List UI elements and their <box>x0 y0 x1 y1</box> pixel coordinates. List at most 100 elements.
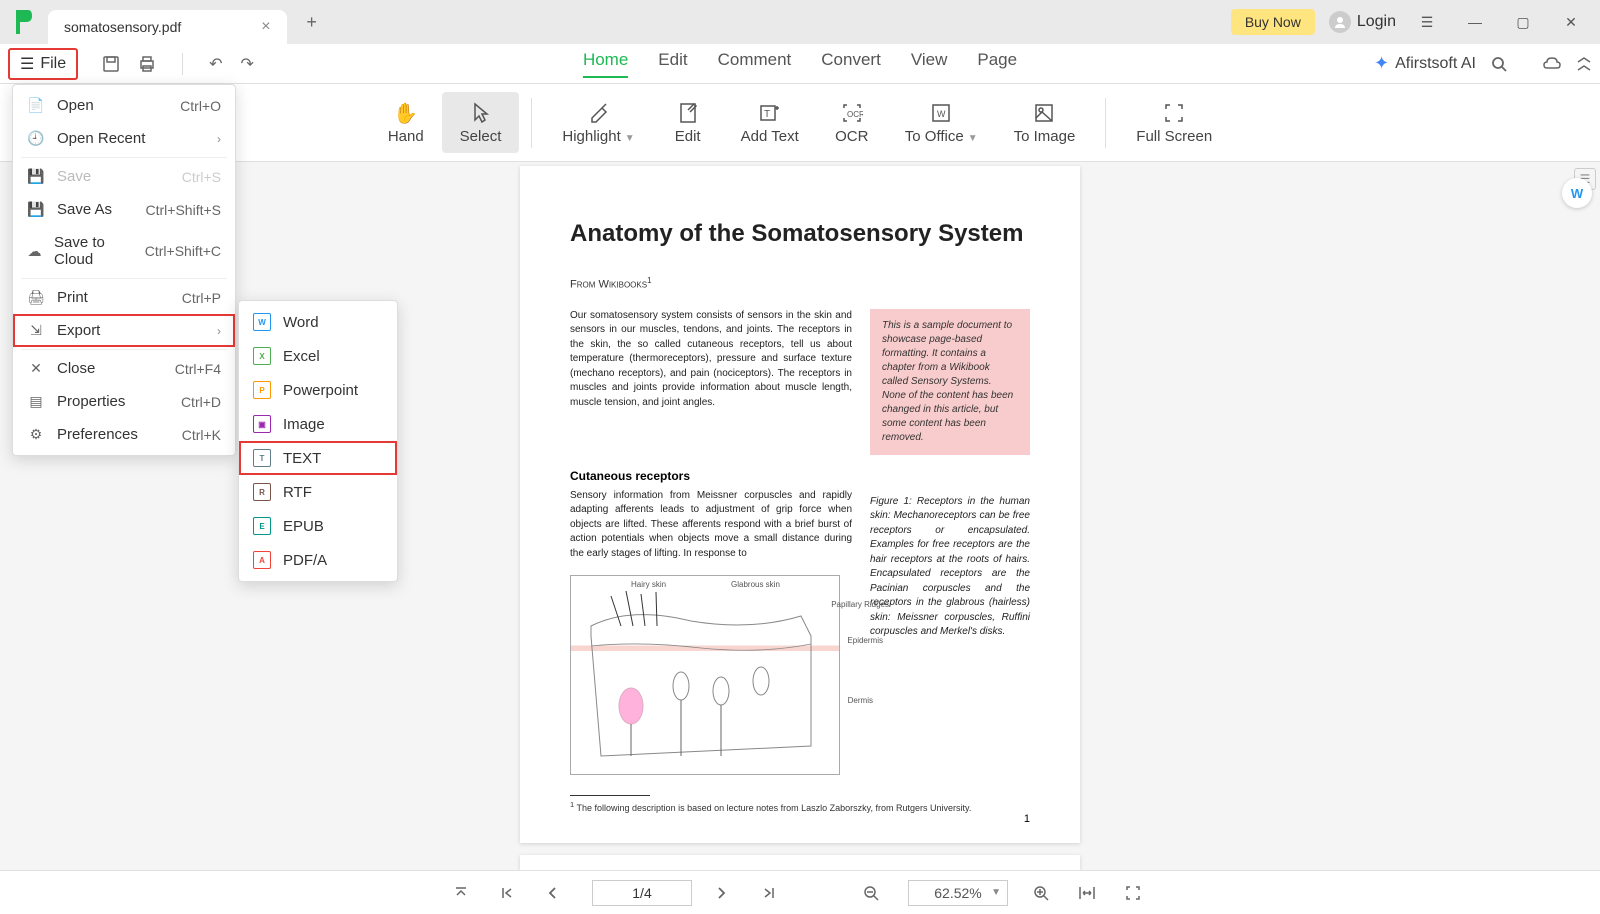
edit-tool[interactable]: Edit <box>653 92 723 153</box>
select-tool[interactable]: Select <box>442 92 520 153</box>
document-source: From Wikibooks1 <box>570 276 1030 291</box>
chevron-down-icon: ▼ <box>991 887 1001 898</box>
powerpoint-icon: P <box>253 381 271 399</box>
export-text[interactable]: TTEXT <box>239 441 397 475</box>
menu-open[interactable]: 📄 Open Ctrl+O <box>13 89 235 122</box>
pdfa-icon: A <box>253 551 271 569</box>
minimize-icon[interactable]: — <box>1458 5 1492 39</box>
file-menu-button[interactable]: ☰ File <box>8 48 78 80</box>
word-badge-icon[interactable]: W <box>1562 178 1592 208</box>
ribbon-toolbar: ✋ Hand Select Highlight▼ Edit T Add Text… <box>0 84 1600 162</box>
separator <box>21 278 227 279</box>
hamburger-menu-icon[interactable]: ☰ <box>1410 5 1444 39</box>
ocr-tool[interactable]: OCR OCR <box>817 92 887 153</box>
close-window-icon[interactable]: ✕ <box>1554 5 1588 39</box>
add-text-tool[interactable]: T Add Text <box>723 92 817 153</box>
close-tab-icon[interactable]: × <box>261 18 270 36</box>
menu-export[interactable]: ⇲ Export › <box>13 314 235 347</box>
buy-now-button[interactable]: Buy Now <box>1231 9 1315 35</box>
fit-width-icon[interactable] <box>1078 885 1100 901</box>
export-rtf[interactable]: RRTF <box>239 475 397 509</box>
login-label: Login <box>1357 13 1396 31</box>
ai-label-text: Afirstsoft AI <box>1395 55 1476 73</box>
collapse-icon[interactable] <box>1576 56 1592 72</box>
menu-properties[interactable]: ▤ Properties Ctrl+D <box>13 385 235 418</box>
last-page-icon[interactable] <box>762 886 784 900</box>
epub-icon: E <box>253 517 271 535</box>
menu-preferences[interactable]: ⚙ Preferences Ctrl+K <box>13 418 235 451</box>
file-label: File <box>40 55 66 73</box>
redo-icon[interactable]: ↷ <box>241 54 254 74</box>
export-image[interactable]: ▣Image <box>239 407 397 441</box>
rtf-icon: R <box>253 483 271 501</box>
cloud-icon[interactable] <box>1542 56 1562 72</box>
tab-view[interactable]: View <box>911 50 948 78</box>
export-pdfa[interactable]: APDF/A <box>239 543 397 577</box>
figure-caption: Figure 1: Receptors in the human skin: M… <box>870 495 1030 640</box>
zoom-out-icon[interactable] <box>862 884 884 902</box>
hand-tool[interactable]: ✋ Hand <box>370 92 442 153</box>
tab-page[interactable]: Page <box>977 50 1017 78</box>
print-icon[interactable] <box>138 55 156 73</box>
scroll-top-icon[interactable] <box>454 886 476 900</box>
menu-print[interactable]: 🖨 Print Ctrl+P <box>13 281 235 314</box>
maximize-icon[interactable]: ▢ <box>1506 5 1540 39</box>
fit-page-icon[interactable] <box>1124 884 1146 902</box>
document-tab[interactable]: somatosensory.pdf × <box>48 10 287 44</box>
chevron-right-icon: › <box>217 324 221 338</box>
right-rail: ☰ W <box>1556 162 1600 870</box>
body-paragraph: Sensory information from Meissner corpus… <box>570 489 852 562</box>
cloud-icon: ☁ <box>27 243 42 260</box>
separator <box>531 98 532 148</box>
app-logo[interactable] <box>0 0 48 44</box>
cursor-icon <box>472 100 490 126</box>
menu-open-recent[interactable]: 🕘 Open Recent › <box>13 122 235 155</box>
tab-comment[interactable]: Comment <box>718 50 792 78</box>
login-button[interactable]: Login <box>1329 11 1396 33</box>
separator <box>1105 98 1106 148</box>
pdf-page: Anatomy of the Somatosensory System From… <box>520 166 1080 843</box>
status-bar: 62.52%▼ <box>0 870 1600 914</box>
word-icon: W <box>253 313 271 331</box>
to-image-tool[interactable]: To Image <box>996 92 1094 153</box>
file-dropdown-menu: 📄 Open Ctrl+O 🕘 Open Recent › 💾 Save Ctr… <box>12 84 236 456</box>
zoom-in-icon[interactable] <box>1032 884 1054 902</box>
ai-button[interactable]: ✦ Afirstsoft AI <box>1374 53 1476 74</box>
page-input[interactable] <box>592 880 692 906</box>
image-icon: ▣ <box>253 415 271 433</box>
full-screen-tool[interactable]: Full Screen <box>1118 92 1230 153</box>
tab-home[interactable]: Home <box>583 50 628 78</box>
menu-save-cloud[interactable]: ☁ Save to Cloud Ctrl+Shift+C <box>13 226 235 276</box>
close-icon: ✕ <box>27 360 45 377</box>
avatar-icon <box>1329 11 1351 33</box>
footnote-rule <box>570 795 650 796</box>
export-icon: ⇲ <box>27 322 45 339</box>
export-powerpoint[interactable]: PPowerpoint <box>239 373 397 407</box>
clock-icon: 🕘 <box>27 130 45 147</box>
prev-page-icon[interactable] <box>546 886 568 900</box>
export-word[interactable]: WWord <box>239 305 397 339</box>
next-page-icon[interactable] <box>716 886 738 900</box>
search-icon[interactable] <box>1490 55 1508 73</box>
highlight-tool[interactable]: Highlight▼ <box>544 92 652 153</box>
tab-edit[interactable]: Edit <box>658 50 687 78</box>
new-tab-button[interactable]: + <box>297 7 327 37</box>
menu-save-as[interactable]: 💾 Save As Ctrl+Shift+S <box>13 193 235 226</box>
fullscreen-icon <box>1163 100 1185 126</box>
zoom-select[interactable]: 62.52%▼ <box>908 880 1008 906</box>
undo-icon[interactable]: ↶ <box>209 54 222 74</box>
edit-icon <box>678 100 698 126</box>
export-excel[interactable]: XExcel <box>239 339 397 373</box>
save-as-icon: 💾 <box>27 201 45 218</box>
sidebar-note: This is a sample document to showcase pa… <box>870 309 1030 455</box>
first-page-icon[interactable] <box>500 886 522 900</box>
to-office-tool[interactable]: W To Office▼ <box>887 92 996 153</box>
save-icon[interactable] <box>102 55 120 73</box>
tab-convert[interactable]: Convert <box>821 50 881 78</box>
chevron-down-icon: ▼ <box>968 133 978 144</box>
export-epub[interactable]: EEPUB <box>239 509 397 543</box>
quick-toolbar: ☰ File ↶ ↷ Home Edit Comment Convert Vie… <box>0 44 1600 84</box>
image-icon <box>1033 100 1055 126</box>
svg-text:W: W <box>937 109 946 119</box>
menu-close[interactable]: ✕ Close Ctrl+F4 <box>13 352 235 385</box>
